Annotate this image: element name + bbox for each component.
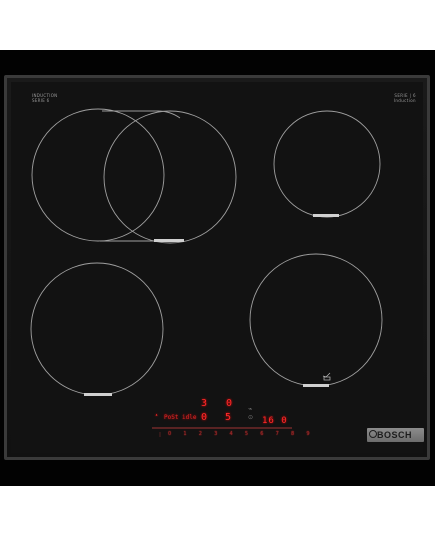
- brand-name: BOSCH: [377, 430, 413, 440]
- front-left-level-display: 0: [201, 412, 208, 423]
- power-boost-icon[interactable]: ▴: [155, 412, 158, 418]
- zone-front-left[interactable]: [30, 262, 164, 396]
- zone-rear-left-outer[interactable]: [31, 108, 165, 242]
- slider-scale[interactable]: 0 1 2 3 4 5 6 7 8 9: [168, 431, 315, 437]
- timer-display: 16 0: [262, 416, 288, 426]
- zone-marker-rear-left: [154, 239, 184, 242]
- zone-marker-front-right: [303, 384, 329, 387]
- top-left-label: INDUCTION SERIE 6: [32, 93, 57, 103]
- brand-logo-icon: [369, 430, 377, 438]
- zone-marker-rear-right: [313, 214, 339, 217]
- top-right-label: SERIE | 6 Induction: [394, 93, 416, 103]
- zone-rear-left-inner[interactable]: [103, 110, 237, 244]
- flex-zone-outline[interactable]: [102, 110, 181, 119]
- cooking-zones: [30, 108, 383, 437]
- front-right-level-display: 5: [225, 412, 232, 423]
- zone-rear-right[interactable]: [273, 110, 381, 218]
- zone-marker-front-left: [84, 393, 112, 396]
- top-left-label-line2: SERIE 6: [32, 98, 50, 103]
- control-status-text: PoSt idle: [164, 414, 197, 421]
- power-boost-icon-2[interactable]: ⌁: [248, 405, 252, 413]
- rear-left-level-display: 3: [201, 398, 208, 409]
- flex-zone-icon: [322, 372, 331, 381]
- zone-front-right[interactable]: [249, 253, 383, 387]
- rear-right-level-display: 0: [226, 398, 233, 409]
- timer-icon[interactable]: ⊙: [248, 414, 253, 421]
- top-right-label-line2: Induction: [393, 98, 416, 103]
